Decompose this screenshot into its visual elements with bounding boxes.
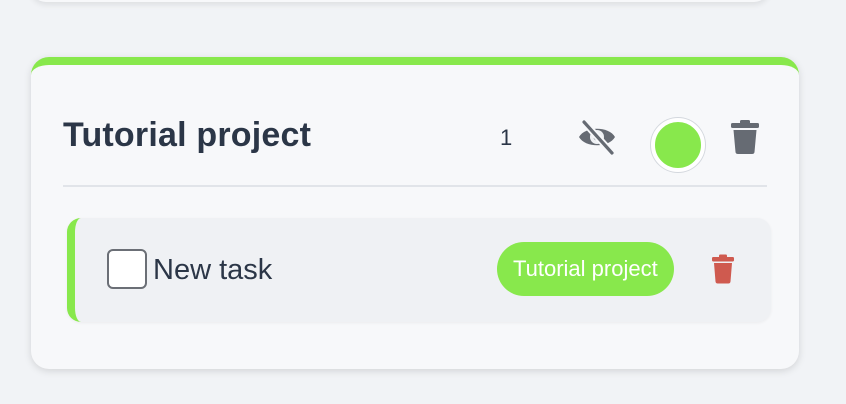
task-row: New task Tutorial project: [67, 218, 771, 322]
task-name[interactable]: New task: [153, 252, 272, 288]
project-card: Tutorial project 1 New task Tutorial pro…: [31, 57, 799, 369]
eye-slash-icon: [579, 118, 616, 156]
project-color-picker[interactable]: [651, 118, 705, 172]
task-checkbox[interactable]: [107, 249, 147, 289]
toggle-visibility-button[interactable]: [575, 117, 619, 157]
task-project-tag[interactable]: Tutorial project: [497, 242, 674, 296]
delete-project-button[interactable]: [727, 117, 763, 157]
project-title: Tutorial project: [63, 116, 312, 154]
trash-icon: [731, 120, 759, 154]
header-divider: [63, 185, 767, 187]
task-count: 1: [500, 125, 513, 150]
trash-icon: [712, 254, 734, 284]
delete-task-button[interactable]: [709, 252, 737, 286]
previous-project-card: [30, 0, 770, 2]
